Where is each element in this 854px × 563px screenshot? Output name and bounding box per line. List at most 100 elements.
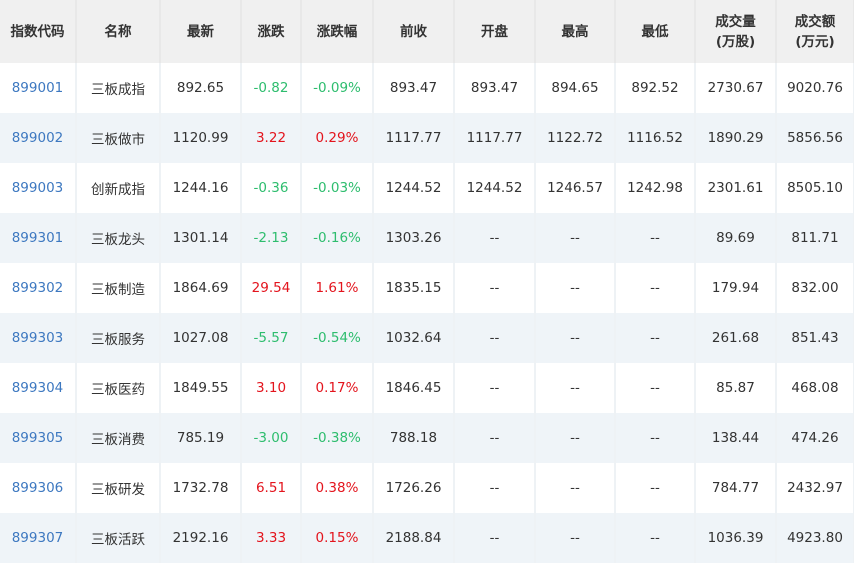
- cell-amount: 9020.76: [776, 63, 854, 113]
- cell-code[interactable]: 899306: [0, 463, 77, 513]
- column-header-amount[interactable]: 成交额 (万元): [776, 0, 854, 63]
- cell-latest: 785.19: [160, 413, 242, 463]
- cell-amount: 811.71: [776, 213, 854, 263]
- cell-name: 三板消费: [76, 413, 161, 463]
- cell-change-pct: 0.15%: [301, 513, 374, 563]
- cell-change: 3.10: [241, 363, 302, 413]
- cell-volume: 138.44: [695, 413, 777, 463]
- cell-change: 3.33: [241, 513, 302, 563]
- column-header-change-pct[interactable]: 涨跌幅: [301, 0, 374, 63]
- cell-volume: 2301.61: [695, 163, 777, 213]
- cell-latest: 1732.78: [160, 463, 242, 513]
- cell-prev-close: 893.47: [373, 63, 455, 113]
- column-header-volume[interactable]: 成交量 (万股): [695, 0, 777, 63]
- cell-change: -2.13: [241, 213, 302, 263]
- table-row[interactable]: 899305 三板消费 785.19 -3.00 -0.38% 788.18 -- -- -- 1…: [0, 413, 854, 463]
- cell-open: --: [454, 363, 536, 413]
- table-row[interactable]: 899003 创新成指 1244.16 -0.36 -0.03% 1244.52 1244.…: [0, 163, 854, 213]
- cell-code[interactable]: 899301: [0, 213, 77, 263]
- cell-prev-close: 1303.26: [373, 213, 455, 263]
- cell-low: --: [615, 513, 696, 563]
- cell-low: --: [615, 213, 696, 263]
- cell-latest: 2192.16: [160, 513, 242, 563]
- cell-change-pct: -0.03%: [301, 163, 374, 213]
- cell-low: --: [615, 413, 696, 463]
- cell-volume: 2730.67: [695, 63, 777, 113]
- cell-prev-close: 1726.26: [373, 463, 455, 513]
- cell-prev-close: 1032.64: [373, 313, 455, 363]
- cell-open: --: [454, 513, 536, 563]
- table-row[interactable]: 899304 三板医药 1849.55 3.10 0.17% 1846.45 -- -- -- 8…: [0, 363, 854, 413]
- cell-open: --: [454, 263, 536, 313]
- cell-code[interactable]: 899303: [0, 313, 77, 363]
- column-header-change[interactable]: 涨跌: [241, 0, 302, 63]
- column-header-latest[interactable]: 最新: [160, 0, 242, 63]
- cell-amount: 832.00: [776, 263, 854, 313]
- cell-code[interactable]: 899304: [0, 363, 77, 413]
- cell-high: --: [535, 363, 616, 413]
- cell-name: 创新成指: [76, 163, 161, 213]
- cell-code[interactable]: 899302: [0, 263, 77, 313]
- cell-change-pct: -0.54%: [301, 313, 374, 363]
- cell-open: --: [454, 413, 536, 463]
- cell-amount: 474.26: [776, 413, 854, 463]
- column-header-high[interactable]: 最高: [535, 0, 616, 63]
- cell-volume: 1890.29: [695, 113, 777, 163]
- cell-high: --: [535, 463, 616, 513]
- cell-code[interactable]: 899001: [0, 63, 77, 113]
- cell-name: 三板制造: [76, 263, 161, 313]
- cell-change: 3.22: [241, 113, 302, 163]
- index-quote-table: 指数代码 名称 最新 涨跌 涨跌幅 前收 开盘 最高 最低 成交量 (万股) 成交额 (万元) 8990…: [0, 0, 854, 563]
- cell-open: 1244.52: [454, 163, 536, 213]
- table-row[interactable]: 899307 三板活跃 2192.16 3.33 0.15% 2188.84 -- -- -- 1…: [0, 513, 854, 563]
- cell-low: 1116.52: [615, 113, 696, 163]
- cell-prev-close: 788.18: [373, 413, 455, 463]
- cell-open: --: [454, 213, 536, 263]
- cell-code[interactable]: 899307: [0, 513, 77, 563]
- cell-code[interactable]: 899305: [0, 413, 77, 463]
- cell-change-pct: 1.61%: [301, 263, 374, 313]
- cell-high: --: [535, 263, 616, 313]
- cell-prev-close: 1835.15: [373, 263, 455, 313]
- cell-change: 6.51: [241, 463, 302, 513]
- column-header-open[interactable]: 开盘: [454, 0, 536, 63]
- cell-low: 1242.98: [615, 163, 696, 213]
- cell-prev-close: 1244.52: [373, 163, 455, 213]
- cell-amount: 4923.80: [776, 513, 854, 563]
- column-header-name[interactable]: 名称: [76, 0, 161, 63]
- cell-change: -5.57: [241, 313, 302, 363]
- table-row[interactable]: 899306 三板研发 1732.78 6.51 0.38% 1726.26 -- -- -- 7…: [0, 463, 854, 513]
- column-header-low[interactable]: 最低: [615, 0, 696, 63]
- cell-low: 892.52: [615, 63, 696, 113]
- column-header-code[interactable]: 指数代码: [0, 0, 77, 63]
- cell-code[interactable]: 899003: [0, 163, 77, 213]
- cell-change-pct: 0.17%: [301, 363, 374, 413]
- cell-latest: 1301.14: [160, 213, 242, 263]
- cell-prev-close: 2188.84: [373, 513, 455, 563]
- cell-volume: 784.77: [695, 463, 777, 513]
- cell-change-pct: -0.16%: [301, 213, 374, 263]
- cell-amount: 468.08: [776, 363, 854, 413]
- table-row[interactable]: 899002 三板做市 1120.99 3.22 0.29% 1117.77 1117.77…: [0, 113, 854, 163]
- table-row[interactable]: 899302 三板制造 1864.69 29.54 1.61% 1835.15 -- -- --…: [0, 263, 854, 313]
- cell-low: --: [615, 313, 696, 363]
- cell-latest: 1864.69: [160, 263, 242, 313]
- cell-low: --: [615, 263, 696, 313]
- table-header-row: 指数代码 名称 最新 涨跌 涨跌幅 前收 开盘 最高 最低 成交量 (万股) 成交额 (万元): [0, 0, 854, 63]
- cell-name: 三板龙头: [76, 213, 161, 263]
- cell-high: --: [535, 313, 616, 363]
- cell-low: --: [615, 363, 696, 413]
- cell-low: --: [615, 463, 696, 513]
- cell-latest: 892.65: [160, 63, 242, 113]
- cell-latest: 1244.16: [160, 163, 242, 213]
- cell-open: 893.47: [454, 63, 536, 113]
- cell-open: 1117.77: [454, 113, 536, 163]
- cell-change: -0.36: [241, 163, 302, 213]
- table-row[interactable]: 899001 三板成指 892.65 -0.82 -0.09% 893.47 893.47 8…: [0, 63, 854, 113]
- column-header-prev-close[interactable]: 前收: [373, 0, 455, 63]
- table-row[interactable]: 899303 三板服务 1027.08 -5.57 -0.54% 1032.64 -- -- -…: [0, 313, 854, 363]
- cell-volume: 85.87: [695, 363, 777, 413]
- cell-high: --: [535, 413, 616, 463]
- table-row[interactable]: 899301 三板龙头 1301.14 -2.13 -0.16% 1303.26 -- -- -…: [0, 213, 854, 263]
- cell-code[interactable]: 899002: [0, 113, 77, 163]
